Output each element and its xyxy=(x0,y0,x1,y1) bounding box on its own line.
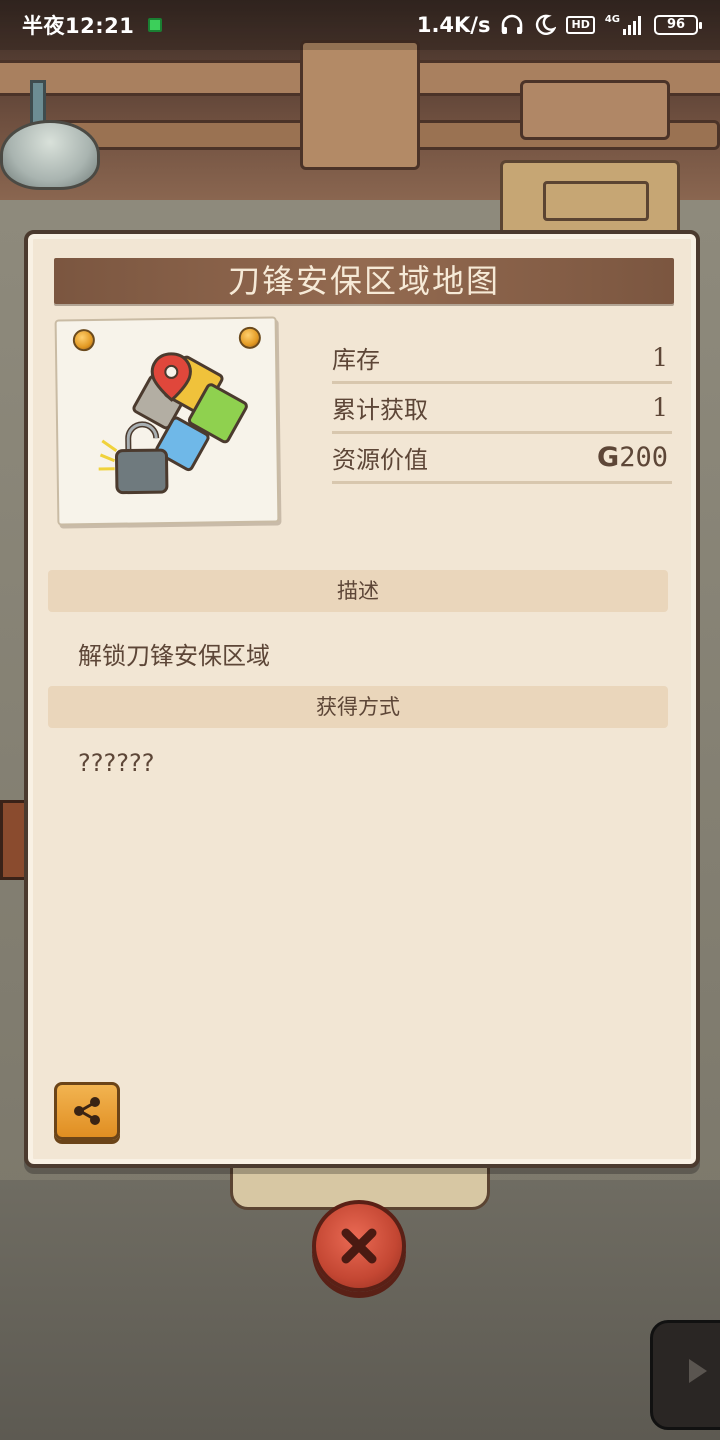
stat-row-stock: 库存 1 xyxy=(332,334,672,384)
close-button[interactable] xyxy=(312,1200,406,1292)
ceiling-lamp xyxy=(0,120,100,190)
map-puzzle-lock-icon xyxy=(98,352,248,495)
currency-symbol: G xyxy=(597,442,620,473)
moon-icon xyxy=(536,14,557,35)
stat-value: 1 xyxy=(652,393,668,422)
stat-label: 资源价值 xyxy=(332,446,428,474)
obtain-method-heading: 获得方式 xyxy=(48,686,668,728)
battery-icon: 96 xyxy=(654,15,702,35)
ceiling-beam xyxy=(520,80,670,140)
stat-value: 1 xyxy=(652,343,668,372)
stat-label: 累计获取 xyxy=(332,396,428,424)
dialog-title: 刀锋安保区域地图 xyxy=(54,258,674,304)
obtain-method-text: ?????? xyxy=(78,749,155,777)
stat-row-resource-value: 资源价值 G200 xyxy=(332,434,672,484)
signal-bars-icon xyxy=(623,16,641,35)
description-text: 解锁刀锋安保区域 xyxy=(78,642,270,670)
item-detail-dialog: 刀锋安保区域地图 库存 1 累计获取 1 资源价值 G200 描述 解锁刀锋安保… xyxy=(24,230,700,1168)
resource-value: 200 xyxy=(619,442,668,473)
hd-badge: HD xyxy=(566,16,595,34)
notification-icon xyxy=(148,18,163,32)
cart-prop xyxy=(650,1320,720,1430)
stat-value: G200 xyxy=(597,442,668,473)
item-image-card xyxy=(54,316,280,526)
share-button[interactable] xyxy=(54,1082,120,1140)
status-bar: 半夜12:21 1.4K/s HD 4G 96 xyxy=(0,0,720,50)
close-icon xyxy=(341,1228,377,1264)
item-stats: 库存 1 累计获取 1 资源价值 G200 xyxy=(332,334,672,484)
headphones-icon xyxy=(502,14,523,34)
wall-cabinet xyxy=(500,160,680,240)
stat-row-total-obtained: 累计获取 1 xyxy=(332,384,672,434)
stat-label: 库存 xyxy=(332,346,380,374)
lamp-pipe xyxy=(30,80,46,126)
share-icon xyxy=(74,1097,100,1125)
ceiling-beam xyxy=(300,40,420,170)
status-time: 半夜12:21 xyxy=(22,14,135,38)
signal-label: 4G xyxy=(604,14,620,25)
status-right: 1.4K/s HD 4G 96 xyxy=(416,13,702,37)
network-speed: 1.4K/s xyxy=(416,13,491,37)
description-heading: 描述 xyxy=(48,570,668,612)
signal-icon: 4G xyxy=(605,15,644,35)
